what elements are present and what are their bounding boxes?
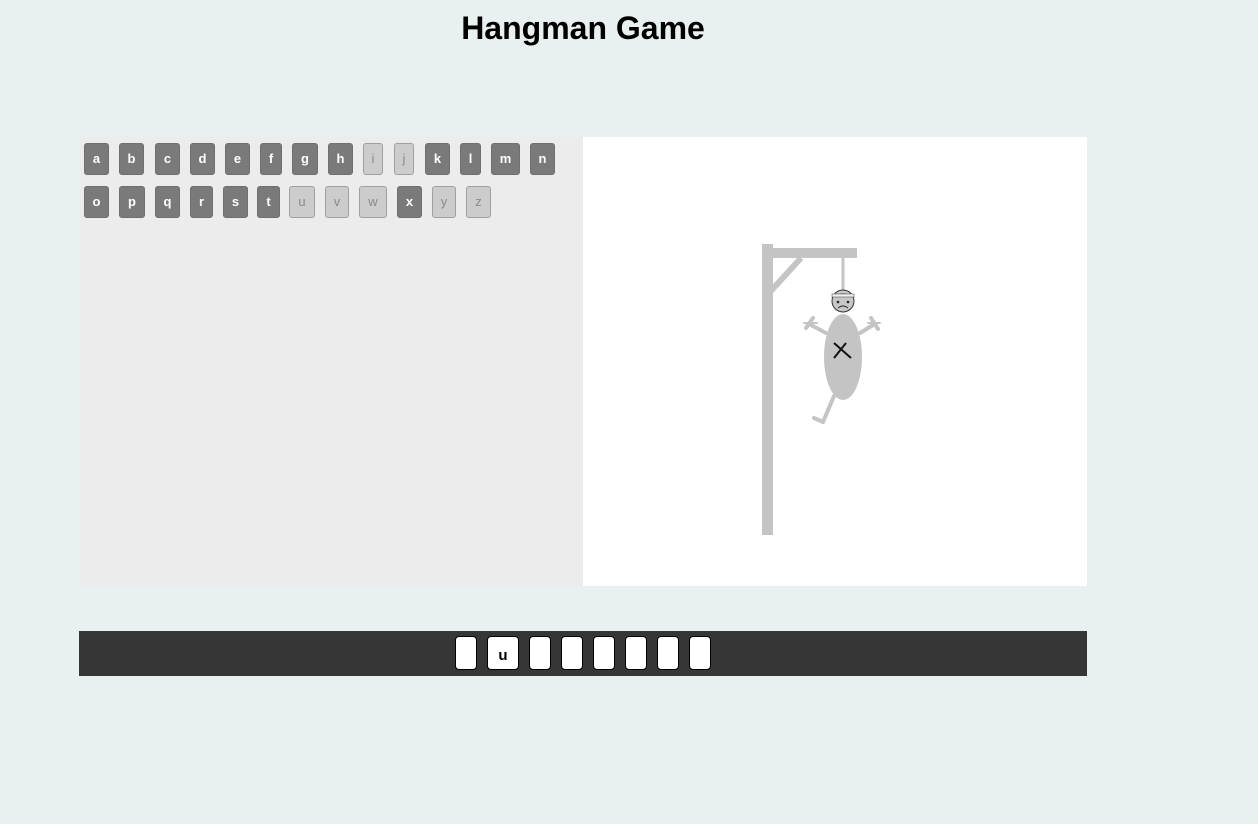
letter-key-k[interactable]: k <box>425 143 450 175</box>
letter-slot <box>625 636 647 670</box>
letter-key-g[interactable]: g <box>292 143 318 175</box>
letter-key-s[interactable]: s <box>223 186 248 218</box>
letter-slot <box>657 636 679 670</box>
letter-key-e[interactable]: e <box>225 143 250 175</box>
letter-key-v[interactable]: v <box>325 186 349 218</box>
hangman-left-arm <box>803 316 828 335</box>
letter-key-n[interactable]: n <box>530 143 555 175</box>
letter-key-m[interactable]: m <box>491 143 520 175</box>
letter-slot <box>689 636 711 670</box>
letter-slot <box>593 636 615 670</box>
word-display: u <box>79 631 1087 676</box>
letter-key-d[interactable]: d <box>190 143 215 175</box>
letter-keyboard: a b c d e f g h i j k l m n o p q r s t … <box>80 137 583 586</box>
letter-key-z[interactable]: z <box>466 186 491 218</box>
letter-slot <box>529 636 551 670</box>
letter-key-l[interactable]: l <box>460 143 481 175</box>
page-title: Hangman Game <box>461 10 705 46</box>
letter-key-y[interactable]: y <box>432 186 456 218</box>
letter-key-c[interactable]: c <box>155 143 180 175</box>
letter-key-w[interactable]: w <box>359 186 387 218</box>
hangman-body <box>824 314 862 400</box>
letter-slot <box>561 636 583 670</box>
letter-key-x[interactable]: x <box>397 186 422 218</box>
hangman-left-leg <box>812 394 836 424</box>
gallows-beam <box>762 248 857 258</box>
letter-key-t[interactable]: t <box>257 186 280 218</box>
letter-key-a[interactable]: a <box>84 143 109 175</box>
letter-key-i[interactable]: i <box>363 143 383 175</box>
letter-key-r[interactable]: r <box>190 186 213 218</box>
letter-key-p[interactable]: p <box>119 186 145 218</box>
letter-slot <box>455 636 477 670</box>
letter-key-h[interactable]: h <box>328 143 353 175</box>
letter-key-u[interactable]: u <box>289 186 315 218</box>
letter-key-j[interactable]: j <box>394 143 414 175</box>
gallows-brace <box>766 255 804 296</box>
hangman-drawing-panel <box>583 137 1087 586</box>
letter-key-o[interactable]: o <box>84 186 109 218</box>
hangman-right-arm <box>858 316 881 335</box>
hangman-drawing <box>762 244 881 535</box>
letter-key-f[interactable]: f <box>260 143 282 175</box>
letter-key-q[interactable]: q <box>155 186 180 218</box>
letter-key-b[interactable]: b <box>119 143 144 175</box>
letter-slot: u <box>487 636 519 670</box>
hangman-head <box>831 289 855 313</box>
